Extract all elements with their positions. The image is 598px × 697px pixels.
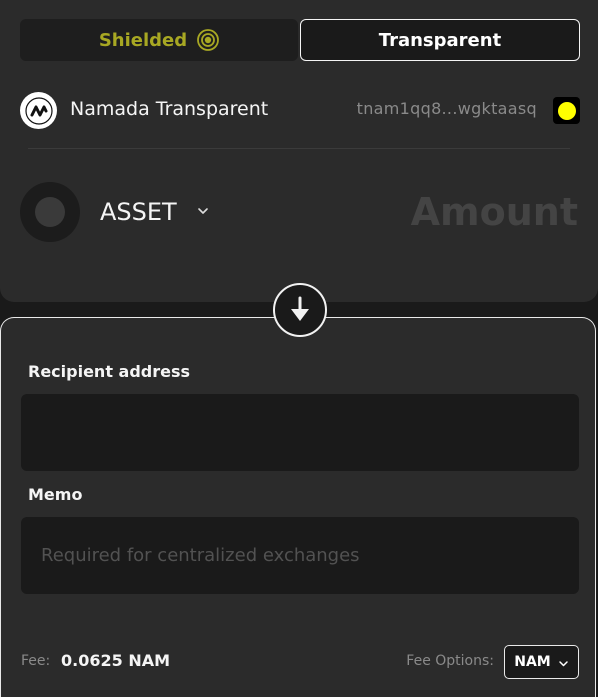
amount-input[interactable]	[378, 190, 578, 234]
namada-logo-icon	[20, 92, 57, 129]
chevron-down-icon[interactable]	[196, 203, 210, 217]
chevron-down-icon	[558, 657, 569, 668]
wallet-dot	[557, 101, 576, 120]
tab-transparent-label: Transparent	[378, 29, 502, 51]
tab-shielded-label: Shielded	[98, 29, 188, 51]
recipient-address-input[interactable]	[21, 394, 579, 471]
shielded-transparent-toggle: Shielded Transparent	[20, 19, 580, 61]
asset-icon-placeholder	[35, 197, 65, 227]
fee-label: Fee:	[21, 653, 51, 669]
fee-options-label: Fee Options:	[406, 653, 494, 669]
wallet-dot-icon[interactable]	[553, 97, 580, 124]
source-account-name: Namada Transparent	[70, 98, 269, 120]
tab-shielded[interactable]: Shielded	[20, 19, 298, 61]
shielded-radio-icon	[197, 29, 220, 51]
source-account-address: tnam1qq8...wgktaasq	[356, 99, 537, 118]
recipient-address-label: Recipient address	[28, 362, 191, 381]
source-panel: Shielded Transparent Namada Transparent …	[0, 0, 598, 302]
asset-selector-label[interactable]: ASSET	[100, 198, 177, 226]
fee-token-select[interactable]: NAM	[504, 645, 579, 679]
divider	[28, 148, 570, 149]
arrow-down-icon	[273, 283, 327, 337]
source-account-row: Namada Transparent tnam1qq8...wgktaasq	[20, 90, 580, 130]
fee-token-selected: NAM	[514, 654, 551, 670]
memo-label: Memo	[28, 485, 83, 504]
asset-icon[interactable]	[20, 182, 80, 242]
memo-input[interactable]	[21, 517, 579, 594]
tab-transparent[interactable]: Transparent	[300, 19, 580, 61]
fee-value: 0.0625 NAM	[61, 651, 171, 670]
